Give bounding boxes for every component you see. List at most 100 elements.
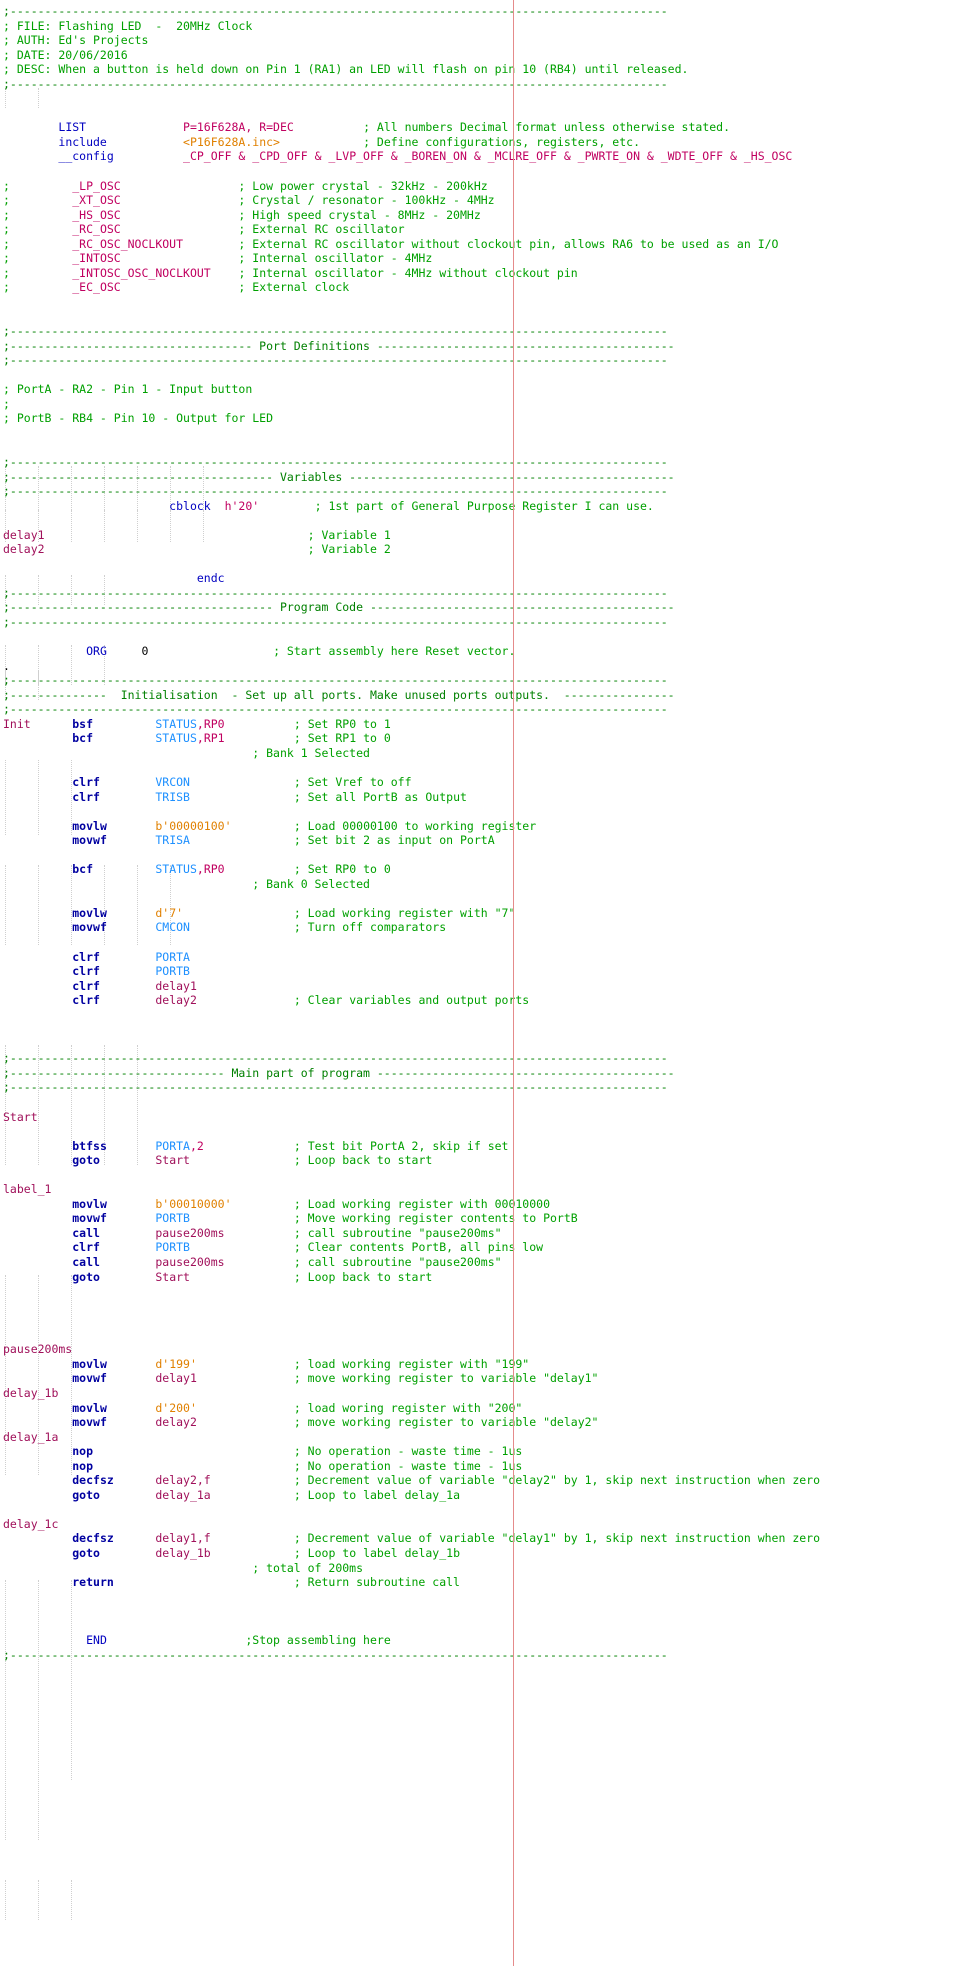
code-line[interactable]: ; AUTH: Ed's Projects [3, 33, 958, 48]
code-line[interactable]: nop ; No operation - waste time - 1us [3, 1444, 958, 1459]
code-line[interactable]: movwf CMCON ; Turn off comparators [3, 920, 958, 935]
code-editor-pane[interactable]: ;---------------------------------------… [0, 0, 958, 1966]
code-line[interactable]: movlw d'199' ; load working register wit… [3, 1357, 958, 1372]
code-line[interactable] [3, 935, 958, 950]
code-line[interactable] [3, 1328, 958, 1343]
code-line[interactable]: call pause200ms ; call subroutine "pause… [3, 1226, 958, 1241]
code-line[interactable]: btfss PORTA,2 ; Test bit PortA 2, skip i… [3, 1139, 958, 1154]
code-line[interactable]: goto delay_1b ; Loop to label delay_1b [3, 1546, 958, 1561]
code-line[interactable]: ; _RC_OSC ; External RC oscillator [3, 222, 958, 237]
code-line[interactable]: __config _CP_OFF & _CPD_OFF & _LVP_OFF &… [3, 149, 958, 164]
code-line[interactable] [3, 91, 958, 106]
code-line[interactable]: delay_1a [3, 1430, 958, 1445]
code-line[interactable] [3, 1619, 958, 1634]
code-line[interactable]: ; Bank 1 Selected [3, 746, 958, 761]
code-line[interactable] [3, 1313, 958, 1328]
code-line[interactable]: ;---------------------------------------… [3, 1051, 958, 1066]
code-line[interactable]: ; _RC_OSC_NOCLKOUT ; External RC oscilla… [3, 237, 958, 252]
code-line[interactable] [3, 1124, 958, 1139]
code-line[interactable]: movwf TRISA ; Set bit 2 as input on Port… [3, 833, 958, 848]
code-line[interactable]: ;----------------------------------- Por… [3, 339, 958, 354]
code-line[interactable]: endc [3, 571, 958, 586]
code-line[interactable]: return ; Return subroutine call [3, 1575, 958, 1590]
code-line[interactable]: movlw b'00000100' ; Load 00000100 to wor… [3, 819, 958, 834]
code-line[interactable] [3, 440, 958, 455]
code-line[interactable] [3, 295, 958, 310]
code-line[interactable]: delay2 ; Variable 2 [3, 542, 958, 557]
code-line[interactable]: movwf delay2 ; move working register to … [3, 1415, 958, 1430]
code-line[interactable]: ;---------------------------------------… [3, 77, 958, 92]
code-line[interactable]: clrf PORTA [3, 950, 958, 965]
code-line[interactable]: ;------------------------------- Main pa… [3, 1066, 958, 1081]
code-line[interactable]: clrf TRISB ; Set all PortB as Output [3, 790, 958, 805]
code-line[interactable]: bcf STATUS,RP0 ; Set RP0 to 0 [3, 862, 958, 877]
code-line[interactable] [3, 513, 958, 528]
code-line[interactable]: ; FILE: Flashing LED - 20MHz Clock [3, 19, 958, 34]
code-line[interactable]: ; PortA - RA2 - Pin 1 - Input button [3, 382, 958, 397]
code-line[interactable]: goto delay_1a ; Loop to label delay_1a [3, 1488, 958, 1503]
code-line[interactable] [3, 309, 958, 324]
code-line[interactable]: Start [3, 1110, 958, 1125]
code-line[interactable]: bcf STATUS,RP1 ; Set RP1 to 0 [3, 731, 958, 746]
code-line[interactable]: ORG 0 ; Start assembly here Reset vector… [3, 644, 958, 659]
code-line[interactable] [3, 1022, 958, 1037]
code-line[interactable] [3, 164, 958, 179]
code-line[interactable]: ; DATE: 20/06/2016 [3, 48, 958, 63]
code-line[interactable]: decfsz delay2,f ; Decrement value of var… [3, 1473, 958, 1488]
code-line[interactable]: ; _HS_OSC ; High speed crystal - 8MHz - … [3, 208, 958, 223]
code-line[interactable]: pause200ms [3, 1342, 958, 1357]
code-line[interactable] [3, 760, 958, 775]
code-line[interactable]: ;---------------------------------------… [3, 586, 958, 601]
code-line[interactable]: movlw d'7' ; Load working register with … [3, 906, 958, 921]
code-line[interactable]: clrf delay2 ; Clear variables and output… [3, 993, 958, 1008]
code-line[interactable] [3, 368, 958, 383]
code-line[interactable]: movlw b'00010000' ; Load working registe… [3, 1197, 958, 1212]
code-line[interactable]: movwf PORTB ; Move working register cont… [3, 1211, 958, 1226]
code-line[interactable]: call pause200ms ; call subroutine "pause… [3, 1255, 958, 1270]
code-line[interactable]: decfsz delay1,f ; Decrement value of var… [3, 1531, 958, 1546]
code-line[interactable]: ;---------------------------------------… [3, 673, 958, 688]
code-line[interactable]: cblock h'20' ; 1st part of General Purpo… [3, 499, 958, 514]
code-line[interactable]: ;---------------------------------------… [3, 1080, 958, 1095]
code-line[interactable] [3, 1604, 958, 1619]
code-line[interactable]: ;---------------------------------------… [3, 455, 958, 470]
code-line[interactable] [3, 426, 958, 441]
code-line[interactable]: clrf PORTB [3, 964, 958, 979]
code-line[interactable]: nop ; No operation - waste time - 1us [3, 1459, 958, 1474]
code-line[interactable]: ;---------------------------------------… [3, 1648, 958, 1663]
source-code-text[interactable]: ;---------------------------------------… [0, 4, 958, 1662]
code-line[interactable]: ; DESC: When a button is held down on Pi… [3, 62, 958, 77]
code-line[interactable]: ; _INTOSC_OSC_NOCLKOUT ; Internal oscill… [3, 266, 958, 281]
code-line[interactable] [3, 1299, 958, 1314]
code-line[interactable] [3, 1502, 958, 1517]
code-line[interactable]: goto Start ; Loop back to start [3, 1270, 958, 1285]
code-line[interactable] [3, 1284, 958, 1299]
code-line[interactable]: ; _EC_OSC ; External clock [3, 280, 958, 295]
code-line[interactable]: ;---------------------------------------… [3, 702, 958, 717]
code-line[interactable]: ; Bank 0 Selected [3, 877, 958, 892]
code-line[interactable]: ; [3, 397, 958, 412]
code-line[interactable] [3, 630, 958, 645]
code-line[interactable]: ;---------------------------------------… [3, 615, 958, 630]
code-line[interactable]: ;---------------------------------------… [3, 4, 958, 19]
code-line[interactable]: delay1 ; Variable 1 [3, 528, 958, 543]
code-line[interactable]: label_1 [3, 1182, 958, 1197]
code-line[interactable]: ;---------------------------------------… [3, 324, 958, 339]
code-line[interactable]: delay_1c [3, 1517, 958, 1532]
code-line[interactable] [3, 1008, 958, 1023]
code-line[interactable]: ;---------------------------------------… [3, 353, 958, 368]
code-line[interactable]: movwf delay1 ; move working register to … [3, 1371, 958, 1386]
code-line[interactable]: clrf VRCON ; Set Vref to off [3, 775, 958, 790]
code-line[interactable]: END ;Stop assembling here [3, 1633, 958, 1648]
code-line[interactable]: ; total of 200ms [3, 1561, 958, 1576]
code-line[interactable]: . [3, 659, 958, 674]
code-line[interactable]: ;-------------- Initialisation - Set up … [3, 688, 958, 703]
code-line[interactable]: movlw d'200' ; load woring register with… [3, 1401, 958, 1416]
code-line[interactable]: ; _LP_OSC ; Low power crystal - 32kHz - … [3, 179, 958, 194]
code-line[interactable] [3, 1168, 958, 1183]
code-line[interactable]: Init bsf STATUS,RP0 ; Set RP0 to 1 [3, 717, 958, 732]
code-line[interactable] [3, 1095, 958, 1110]
code-line[interactable] [3, 557, 958, 572]
code-line[interactable]: clrf delay1 [3, 979, 958, 994]
code-line[interactable]: clrf PORTB ; Clear contents PortB, all p… [3, 1240, 958, 1255]
